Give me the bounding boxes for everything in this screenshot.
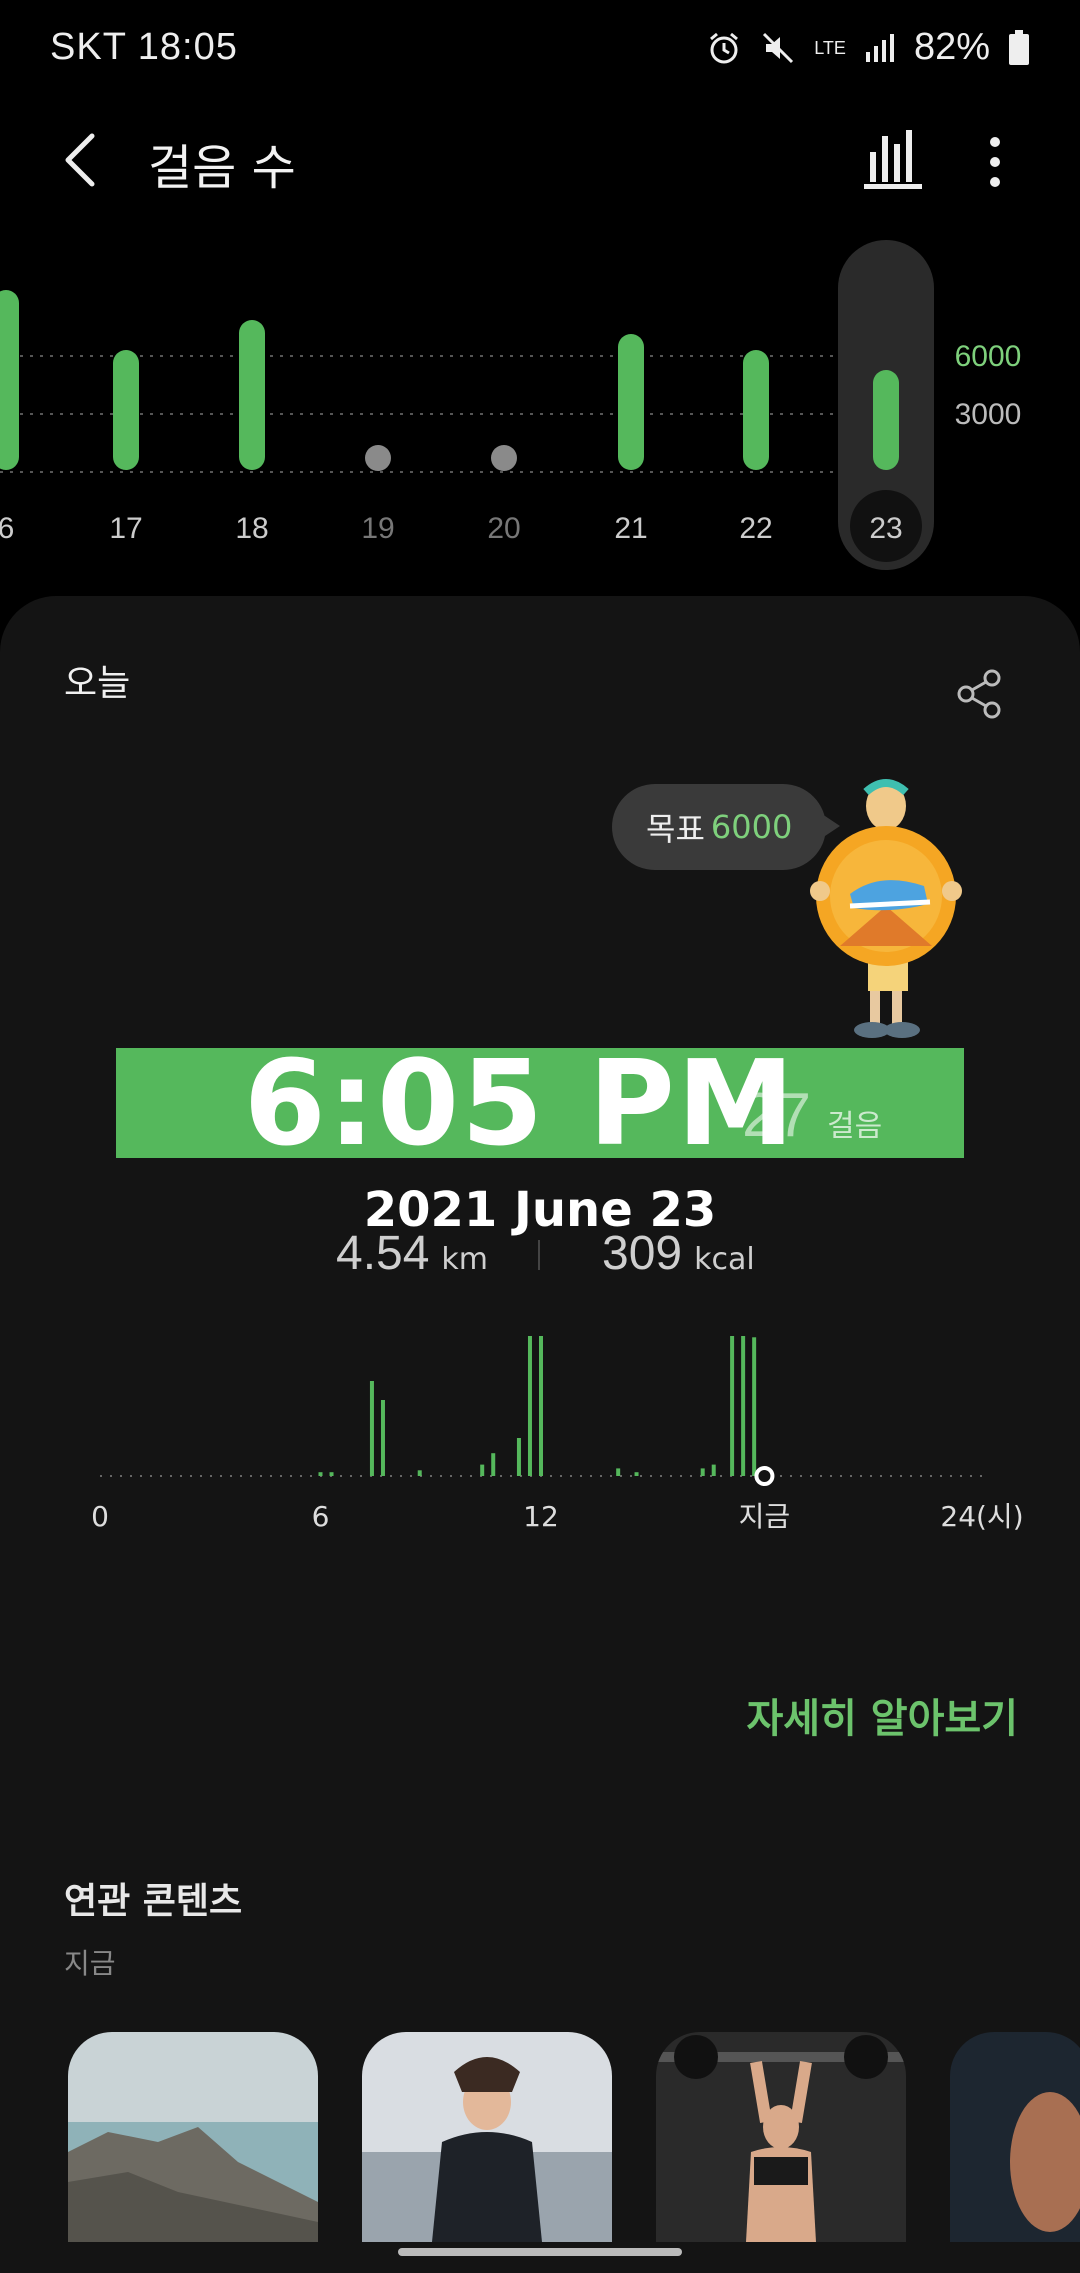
status-carrier-time: SKT 18:05 xyxy=(50,26,238,68)
more-vertical-icon[interactable] xyxy=(972,130,1018,194)
hourly-bar xyxy=(369,1381,374,1476)
hourly-bar xyxy=(329,1472,334,1476)
home-indicator[interactable] xyxy=(398,2248,682,2256)
related-thumbnail-coast[interactable] xyxy=(68,2032,318,2242)
alarm-icon xyxy=(710,32,739,63)
hourly-bar xyxy=(730,1324,735,1476)
battery-icon xyxy=(1009,29,1029,65)
weekly-empty-dot xyxy=(365,445,391,471)
today-label: 오늘 xyxy=(64,663,131,704)
weekly-day-label: 6 xyxy=(0,512,14,545)
bar-chart-icon[interactable] xyxy=(862,126,924,192)
steps-number-overlay: 27 xyxy=(742,1081,811,1150)
battery-percent: 82% xyxy=(913,26,990,68)
weekly-day-label: 20 xyxy=(487,512,520,545)
hourly-bar xyxy=(700,1468,705,1476)
hourly-steps-chart: 0 6 12 지금 24(시) xyxy=(0,1286,1080,1616)
distance-unit: km xyxy=(441,1242,489,1277)
hourly-axis-label: 24(시) xyxy=(940,1500,1023,1533)
steps-count-overlay: 27 걸음 xyxy=(742,1080,882,1151)
hourly-bar xyxy=(417,1470,422,1476)
related-thumbnail-weightlifting[interactable] xyxy=(656,2032,906,2242)
distance-stat: 4.54 km xyxy=(336,1226,488,1281)
weekly-day-label: 22 xyxy=(739,512,772,545)
page-title: 걸음 수 xyxy=(148,140,296,196)
weekly-bar xyxy=(618,334,644,470)
hourly-axis-label: 0 xyxy=(91,1500,109,1533)
weekly-bar xyxy=(0,290,19,470)
stat-divider xyxy=(538,1240,540,1270)
goal-label: 목표 xyxy=(646,810,705,848)
learn-more-link[interactable]: 자세히 알아보기 xyxy=(746,1686,1018,1744)
weekly-day-label: 21 xyxy=(614,512,647,545)
weekly-day-label: 18 xyxy=(235,512,268,545)
goal-value: 6000 xyxy=(710,808,793,846)
hourly-bar xyxy=(318,1472,323,1476)
network-type: LTE xyxy=(814,37,846,58)
mute-icon xyxy=(763,32,794,63)
hourly-bar xyxy=(516,1438,521,1476)
hourly-bar xyxy=(380,1400,385,1476)
calories-stat: 309 kcal xyxy=(602,1226,755,1281)
calories-unit: kcal xyxy=(694,1242,755,1277)
hourly-bar xyxy=(527,1327,532,1476)
weekly-bar xyxy=(239,320,265,470)
hourly-bar xyxy=(480,1464,485,1476)
hourly-axis-label: 6 xyxy=(312,1500,330,1533)
hourly-bar xyxy=(711,1464,716,1476)
weekly-bar xyxy=(743,350,769,470)
time-overlay: 6:05 PM xyxy=(243,1034,797,1172)
gridline-label: 6000 xyxy=(955,340,1022,373)
app-header: 걸음 수 xyxy=(0,110,1080,210)
status-bar: SKT 18:05 LTE 82% xyxy=(0,0,1080,100)
now-marker xyxy=(754,1466,775,1486)
related-content-subtitle: 지금 xyxy=(64,1947,116,1980)
hourly-bar xyxy=(752,1337,757,1476)
related-content-title: 연관 콘텐츠 xyxy=(64,1881,243,1922)
hourly-bar xyxy=(616,1468,621,1476)
weekly-bar xyxy=(113,350,139,470)
weekly-empty-dot xyxy=(491,445,517,471)
gridline-label: 3000 xyxy=(955,398,1022,431)
hourly-bar xyxy=(539,1286,543,1476)
share-icon[interactable] xyxy=(954,668,1004,720)
status-icons: LTE 82% xyxy=(706,26,1030,69)
related-thumbnail-runner[interactable] xyxy=(362,2032,612,2242)
today-card: 오늘 목표 6000 27 걸음 6:05 PM 27 걸음 2021 Jun xyxy=(0,596,1080,2273)
hourly-bar xyxy=(741,1316,746,1476)
signal-icon xyxy=(865,33,894,62)
goal-bubble: 목표 6000 xyxy=(612,784,841,870)
weekly-day-label: 17 xyxy=(109,512,142,545)
back-icon[interactable] xyxy=(52,128,112,192)
distance-value: 4.54 xyxy=(336,1227,430,1280)
weekly-day-label: 19 xyxy=(361,512,394,545)
hourly-axis-label: 지금 xyxy=(739,1500,791,1533)
steps-unit-overlay: 걸음 xyxy=(826,1109,883,1144)
weekly-day-label: 23 xyxy=(869,512,902,545)
weekly-bar xyxy=(873,370,899,470)
calories-value: 309 xyxy=(602,1227,683,1280)
related-thumbnail-extra[interactable] xyxy=(950,2032,1080,2242)
hourly-bar xyxy=(634,1472,639,1476)
hourly-bar xyxy=(491,1453,496,1476)
mascot-illustration xyxy=(810,779,962,1038)
hourly-axis-label: 12 xyxy=(523,1500,559,1533)
stats-row: 4.54 km 309 kcal xyxy=(0,1226,1080,1296)
weekly-steps-chart[interactable]: 6000 3000 6 17 18 19 20 21 22 23 xyxy=(0,230,1080,590)
